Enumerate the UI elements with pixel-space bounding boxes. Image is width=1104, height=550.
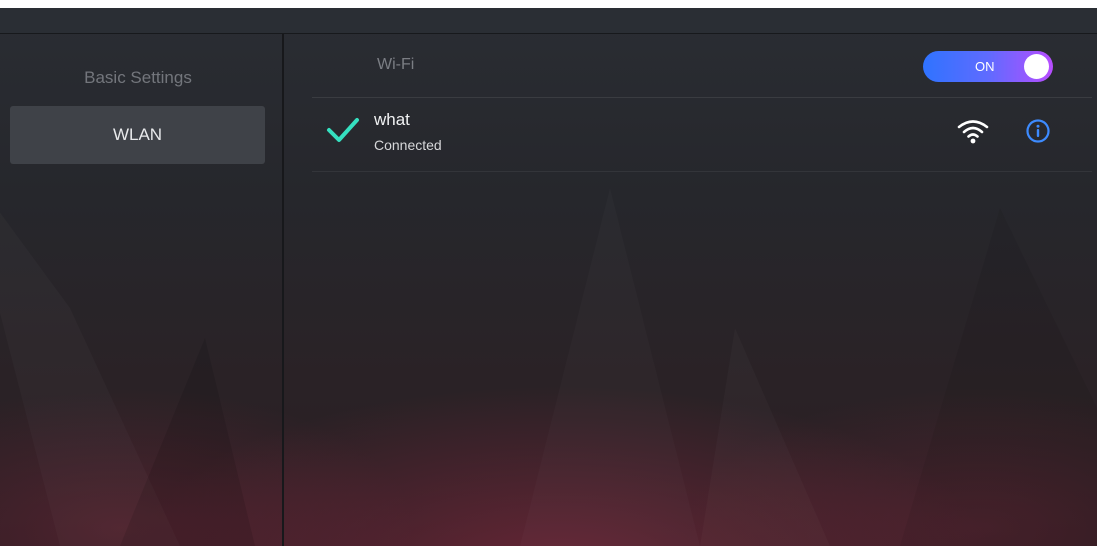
info-icon[interactable]: [1025, 118, 1051, 144]
toggle-state-label: ON: [975, 59, 995, 74]
wifi-toggle[interactable]: ON: [923, 51, 1053, 82]
network-name: what: [374, 110, 410, 129]
wifi-toggle-row: Wi-Fi ON: [312, 34, 1092, 97]
sidebar-item-wlan[interactable]: WLAN: [10, 106, 265, 164]
network-item[interactable]: what Connected: [312, 98, 1092, 165]
settings-screen: Basic Settings WLAN Wi-Fi ON what Connec…: [0, 8, 1097, 546]
sidebar-heading: Basic Settings: [84, 68, 192, 87]
network-status: Connected: [374, 137, 442, 153]
sidebar: Basic Settings WLAN: [0, 34, 282, 546]
row-separator: [312, 171, 1092, 172]
wifi-label: Wi-Fi: [377, 56, 415, 73]
wifi-signal-icon: [957, 120, 989, 144]
check-icon: [327, 118, 359, 142]
top-bar: [0, 8, 1097, 33]
toggle-knob: [1024, 54, 1049, 79]
wlan-panel: Wi-Fi ON what Connected: [284, 34, 1097, 546]
sidebar-item-label: WLAN: [112, 125, 163, 144]
